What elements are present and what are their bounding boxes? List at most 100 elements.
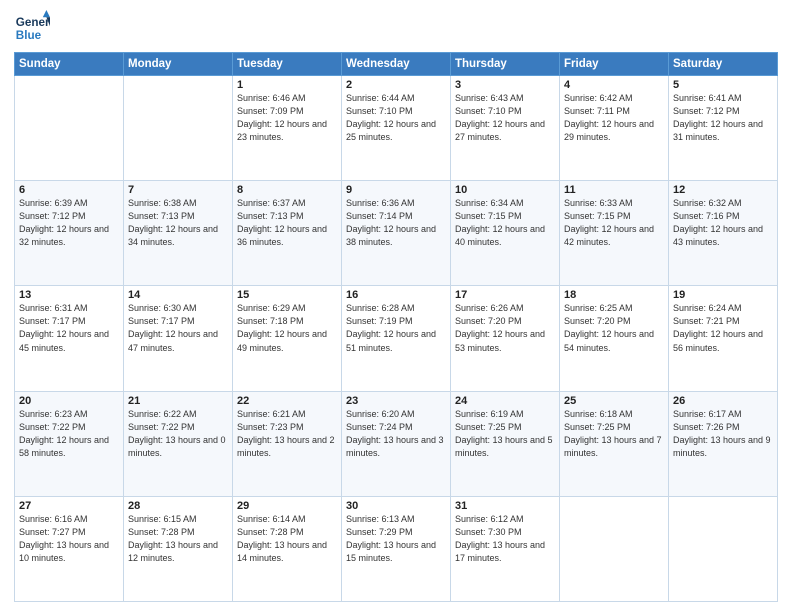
day-number: 28 — [128, 500, 228, 512]
day-info: Sunrise: 6:36 AM Sunset: 7:14 PM Dayligh… — [346, 197, 446, 249]
day-info: Sunrise: 6:33 AM Sunset: 7:15 PM Dayligh… — [564, 197, 664, 249]
calendar-table: SundayMondayTuesdayWednesdayThursdayFrid… — [14, 52, 778, 602]
day-info: Sunrise: 6:20 AM Sunset: 7:24 PM Dayligh… — [346, 408, 446, 460]
day-info: Sunrise: 6:44 AM Sunset: 7:10 PM Dayligh… — [346, 92, 446, 144]
day-number: 26 — [673, 395, 773, 407]
day-header-sunday: Sunday — [15, 53, 124, 76]
day-info: Sunrise: 6:32 AM Sunset: 7:16 PM Dayligh… — [673, 197, 773, 249]
day-number: 14 — [128, 289, 228, 301]
day-info: Sunrise: 6:43 AM Sunset: 7:10 PM Dayligh… — [455, 92, 555, 144]
day-info: Sunrise: 6:13 AM Sunset: 7:29 PM Dayligh… — [346, 513, 446, 565]
calendar-cell: 18Sunrise: 6:25 AM Sunset: 7:20 PM Dayli… — [560, 286, 669, 391]
day-number: 27 — [19, 500, 119, 512]
day-number: 21 — [128, 395, 228, 407]
calendar-cell: 15Sunrise: 6:29 AM Sunset: 7:18 PM Dayli… — [233, 286, 342, 391]
day-number: 20 — [19, 395, 119, 407]
day-number: 8 — [237, 184, 337, 196]
day-info: Sunrise: 6:19 AM Sunset: 7:25 PM Dayligh… — [455, 408, 555, 460]
calendar-cell: 5Sunrise: 6:41 AM Sunset: 7:12 PM Daylig… — [669, 76, 778, 181]
calendar-cell: 9Sunrise: 6:36 AM Sunset: 7:14 PM Daylig… — [342, 181, 451, 286]
day-info: Sunrise: 6:21 AM Sunset: 7:23 PM Dayligh… — [237, 408, 337, 460]
calendar-cell: 10Sunrise: 6:34 AM Sunset: 7:15 PM Dayli… — [451, 181, 560, 286]
calendar-cell: 24Sunrise: 6:19 AM Sunset: 7:25 PM Dayli… — [451, 391, 560, 496]
calendar-cell: 19Sunrise: 6:24 AM Sunset: 7:21 PM Dayli… — [669, 286, 778, 391]
day-number: 5 — [673, 79, 773, 91]
day-info: Sunrise: 6:28 AM Sunset: 7:19 PM Dayligh… — [346, 302, 446, 354]
day-number: 12 — [673, 184, 773, 196]
calendar-cell — [560, 496, 669, 601]
day-info: Sunrise: 6:42 AM Sunset: 7:11 PM Dayligh… — [564, 92, 664, 144]
calendar-cell: 8Sunrise: 6:37 AM Sunset: 7:13 PM Daylig… — [233, 181, 342, 286]
calendar-cell: 29Sunrise: 6:14 AM Sunset: 7:28 PM Dayli… — [233, 496, 342, 601]
day-number: 6 — [19, 184, 119, 196]
day-info: Sunrise: 6:18 AM Sunset: 7:25 PM Dayligh… — [564, 408, 664, 460]
day-info: Sunrise: 6:23 AM Sunset: 7:22 PM Dayligh… — [19, 408, 119, 460]
calendar-cell: 3Sunrise: 6:43 AM Sunset: 7:10 PM Daylig… — [451, 76, 560, 181]
day-number: 30 — [346, 500, 446, 512]
day-info: Sunrise: 6:31 AM Sunset: 7:17 PM Dayligh… — [19, 302, 119, 354]
calendar-cell: 21Sunrise: 6:22 AM Sunset: 7:22 PM Dayli… — [124, 391, 233, 496]
svg-text:Blue: Blue — [16, 29, 42, 42]
day-header-friday: Friday — [560, 53, 669, 76]
day-header-wednesday: Wednesday — [342, 53, 451, 76]
day-header-thursday: Thursday — [451, 53, 560, 76]
day-number: 2 — [346, 79, 446, 91]
day-info: Sunrise: 6:17 AM Sunset: 7:26 PM Dayligh… — [673, 408, 773, 460]
calendar-cell: 17Sunrise: 6:26 AM Sunset: 7:20 PM Dayli… — [451, 286, 560, 391]
page-header: General Blue — [14, 10, 778, 46]
day-number: 18 — [564, 289, 664, 301]
day-info: Sunrise: 6:37 AM Sunset: 7:13 PM Dayligh… — [237, 197, 337, 249]
calendar-cell: 12Sunrise: 6:32 AM Sunset: 7:16 PM Dayli… — [669, 181, 778, 286]
calendar-cell: 20Sunrise: 6:23 AM Sunset: 7:22 PM Dayli… — [15, 391, 124, 496]
day-info: Sunrise: 6:26 AM Sunset: 7:20 PM Dayligh… — [455, 302, 555, 354]
calendar-cell: 11Sunrise: 6:33 AM Sunset: 7:15 PM Dayli… — [560, 181, 669, 286]
day-number: 11 — [564, 184, 664, 196]
calendar-cell: 30Sunrise: 6:13 AM Sunset: 7:29 PM Dayli… — [342, 496, 451, 601]
day-number: 15 — [237, 289, 337, 301]
day-number: 19 — [673, 289, 773, 301]
day-number: 17 — [455, 289, 555, 301]
day-info: Sunrise: 6:29 AM Sunset: 7:18 PM Dayligh… — [237, 302, 337, 354]
day-info: Sunrise: 6:46 AM Sunset: 7:09 PM Dayligh… — [237, 92, 337, 144]
logo-icon: General Blue — [14, 10, 50, 46]
day-info: Sunrise: 6:30 AM Sunset: 7:17 PM Dayligh… — [128, 302, 228, 354]
day-info: Sunrise: 6:34 AM Sunset: 7:15 PM Dayligh… — [455, 197, 555, 249]
day-info: Sunrise: 6:15 AM Sunset: 7:28 PM Dayligh… — [128, 513, 228, 565]
calendar-cell: 31Sunrise: 6:12 AM Sunset: 7:30 PM Dayli… — [451, 496, 560, 601]
day-number: 29 — [237, 500, 337, 512]
logo: General Blue — [14, 10, 50, 46]
day-header-tuesday: Tuesday — [233, 53, 342, 76]
day-number: 16 — [346, 289, 446, 301]
svg-text:General: General — [16, 16, 50, 29]
calendar-cell: 26Sunrise: 6:17 AM Sunset: 7:26 PM Dayli… — [669, 391, 778, 496]
day-info: Sunrise: 6:14 AM Sunset: 7:28 PM Dayligh… — [237, 513, 337, 565]
day-info: Sunrise: 6:39 AM Sunset: 7:12 PM Dayligh… — [19, 197, 119, 249]
calendar-cell: 23Sunrise: 6:20 AM Sunset: 7:24 PM Dayli… — [342, 391, 451, 496]
calendar-cell: 13Sunrise: 6:31 AM Sunset: 7:17 PM Dayli… — [15, 286, 124, 391]
day-number: 9 — [346, 184, 446, 196]
day-number: 13 — [19, 289, 119, 301]
day-number: 23 — [346, 395, 446, 407]
day-info: Sunrise: 6:22 AM Sunset: 7:22 PM Dayligh… — [128, 408, 228, 460]
day-info: Sunrise: 6:24 AM Sunset: 7:21 PM Dayligh… — [673, 302, 773, 354]
day-number: 22 — [237, 395, 337, 407]
calendar-cell: 27Sunrise: 6:16 AM Sunset: 7:27 PM Dayli… — [15, 496, 124, 601]
day-number: 7 — [128, 184, 228, 196]
calendar-cell: 6Sunrise: 6:39 AM Sunset: 7:12 PM Daylig… — [15, 181, 124, 286]
calendar-cell: 28Sunrise: 6:15 AM Sunset: 7:28 PM Dayli… — [124, 496, 233, 601]
calendar-cell — [669, 496, 778, 601]
day-info: Sunrise: 6:25 AM Sunset: 7:20 PM Dayligh… — [564, 302, 664, 354]
day-number: 4 — [564, 79, 664, 91]
day-number: 3 — [455, 79, 555, 91]
day-number: 1 — [237, 79, 337, 91]
calendar-cell: 4Sunrise: 6:42 AM Sunset: 7:11 PM Daylig… — [560, 76, 669, 181]
day-info: Sunrise: 6:41 AM Sunset: 7:12 PM Dayligh… — [673, 92, 773, 144]
calendar-cell: 1Sunrise: 6:46 AM Sunset: 7:09 PM Daylig… — [233, 76, 342, 181]
day-info: Sunrise: 6:12 AM Sunset: 7:30 PM Dayligh… — [455, 513, 555, 565]
day-number: 24 — [455, 395, 555, 407]
calendar-cell: 25Sunrise: 6:18 AM Sunset: 7:25 PM Dayli… — [560, 391, 669, 496]
calendar-cell — [124, 76, 233, 181]
day-number: 31 — [455, 500, 555, 512]
day-number: 10 — [455, 184, 555, 196]
day-info: Sunrise: 6:16 AM Sunset: 7:27 PM Dayligh… — [19, 513, 119, 565]
